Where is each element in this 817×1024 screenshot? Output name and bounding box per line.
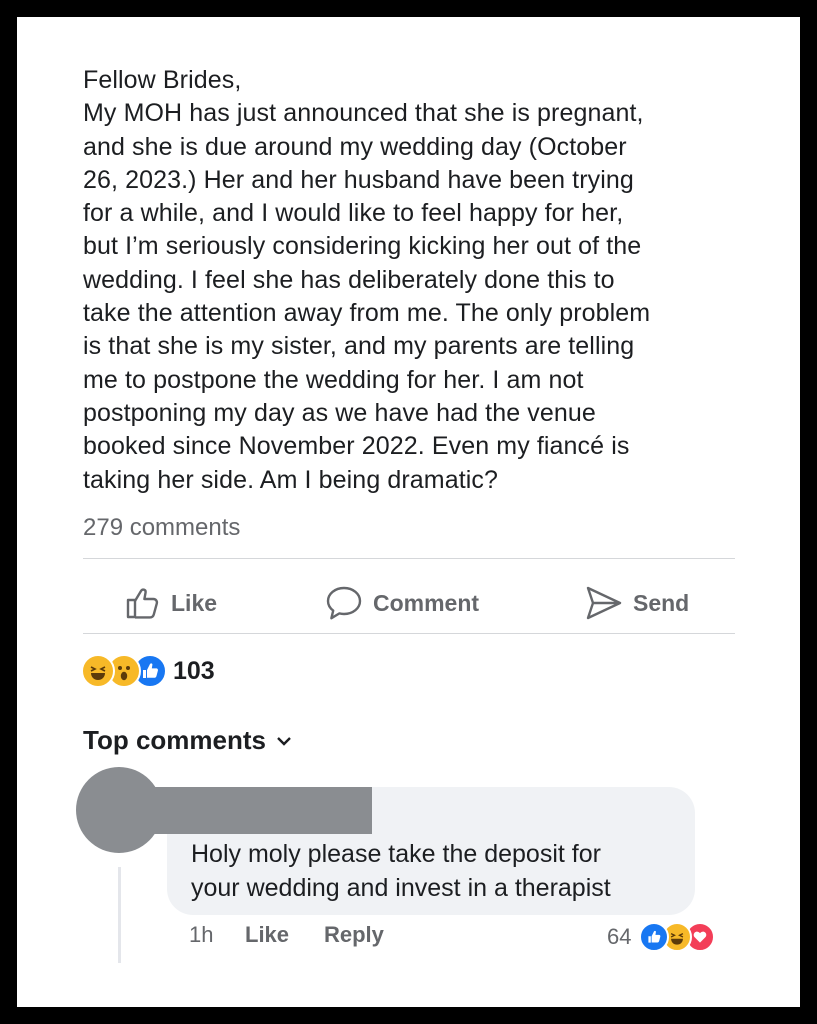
like-label: Like [171,589,218,616]
top-comments-dropdown[interactable]: Top comments [83,725,292,756]
comment-line: your wedding and invest in a therapist [191,874,611,902]
post-line: postponing my day as we have had the ven… [83,398,596,427]
post-line: me to postpone the wedding for her. I am… [83,365,584,394]
comment-button[interactable]: Comment [325,573,479,633]
top-comments-label: Top comments [83,725,266,755]
comments-count-link[interactable]: 279 comments [83,514,240,542]
post-reactions[interactable]: 103 [81,653,215,689]
comment-text: Holy moly please take the deposit for yo… [191,837,611,905]
comment-timestamp: 1h [189,922,214,947]
post-line: taking her side. Am I being dramatic? [83,465,499,494]
post-line: is that she is my sister, and my parents… [83,332,635,361]
post-line: take the attention away from me. The onl… [83,299,651,328]
post-line: for a while, and I would like to feel ha… [83,199,624,228]
reaction-count: 103 [173,656,215,685]
send-button[interactable]: Send [585,573,689,633]
like-button[interactable]: Like [125,573,217,633]
haha-icon [81,654,115,688]
comment-like-button[interactable]: Like [245,922,289,948]
like-icon [639,922,670,952]
comment-label: Comment [373,589,480,616]
post-line: Fellow Brides, [83,66,242,94]
post-line: 26, 2023.) Her and her husband have been… [83,165,634,194]
post-card: Fellow Brides, My MOH has just announced… [17,17,800,1007]
chevron-down-icon [277,736,291,746]
post-line: wedding. I feel she has deliberately don… [83,265,615,294]
divider [83,633,735,634]
comment-line: Holy moly please take the deposit for [191,840,601,868]
divider [83,558,735,559]
post-body: Fellow Brides, My MOH has just announced… [83,64,743,497]
thread-line [118,867,121,963]
comment-reactions[interactable]: 64 [607,922,716,952]
thumbs-up-icon [126,588,159,619]
post-line: My MOH has just announced that she is pr… [83,99,644,128]
comment-icon [326,586,362,620]
post-line: and she is due around my wedding day (Oc… [83,132,627,161]
post-line: but I’m seriously considering kicking he… [83,232,642,261]
post-line: booked since November 2022. Even my fian… [83,432,630,461]
redacted-commenter-name [117,787,372,834]
send-label: Send [633,589,690,616]
comment-reaction-count: 64 [607,924,632,949]
comment-reply-button[interactable]: Reply [324,922,384,948]
post-actions-bar: Like Comment Send [83,573,735,633]
send-icon [586,586,622,620]
